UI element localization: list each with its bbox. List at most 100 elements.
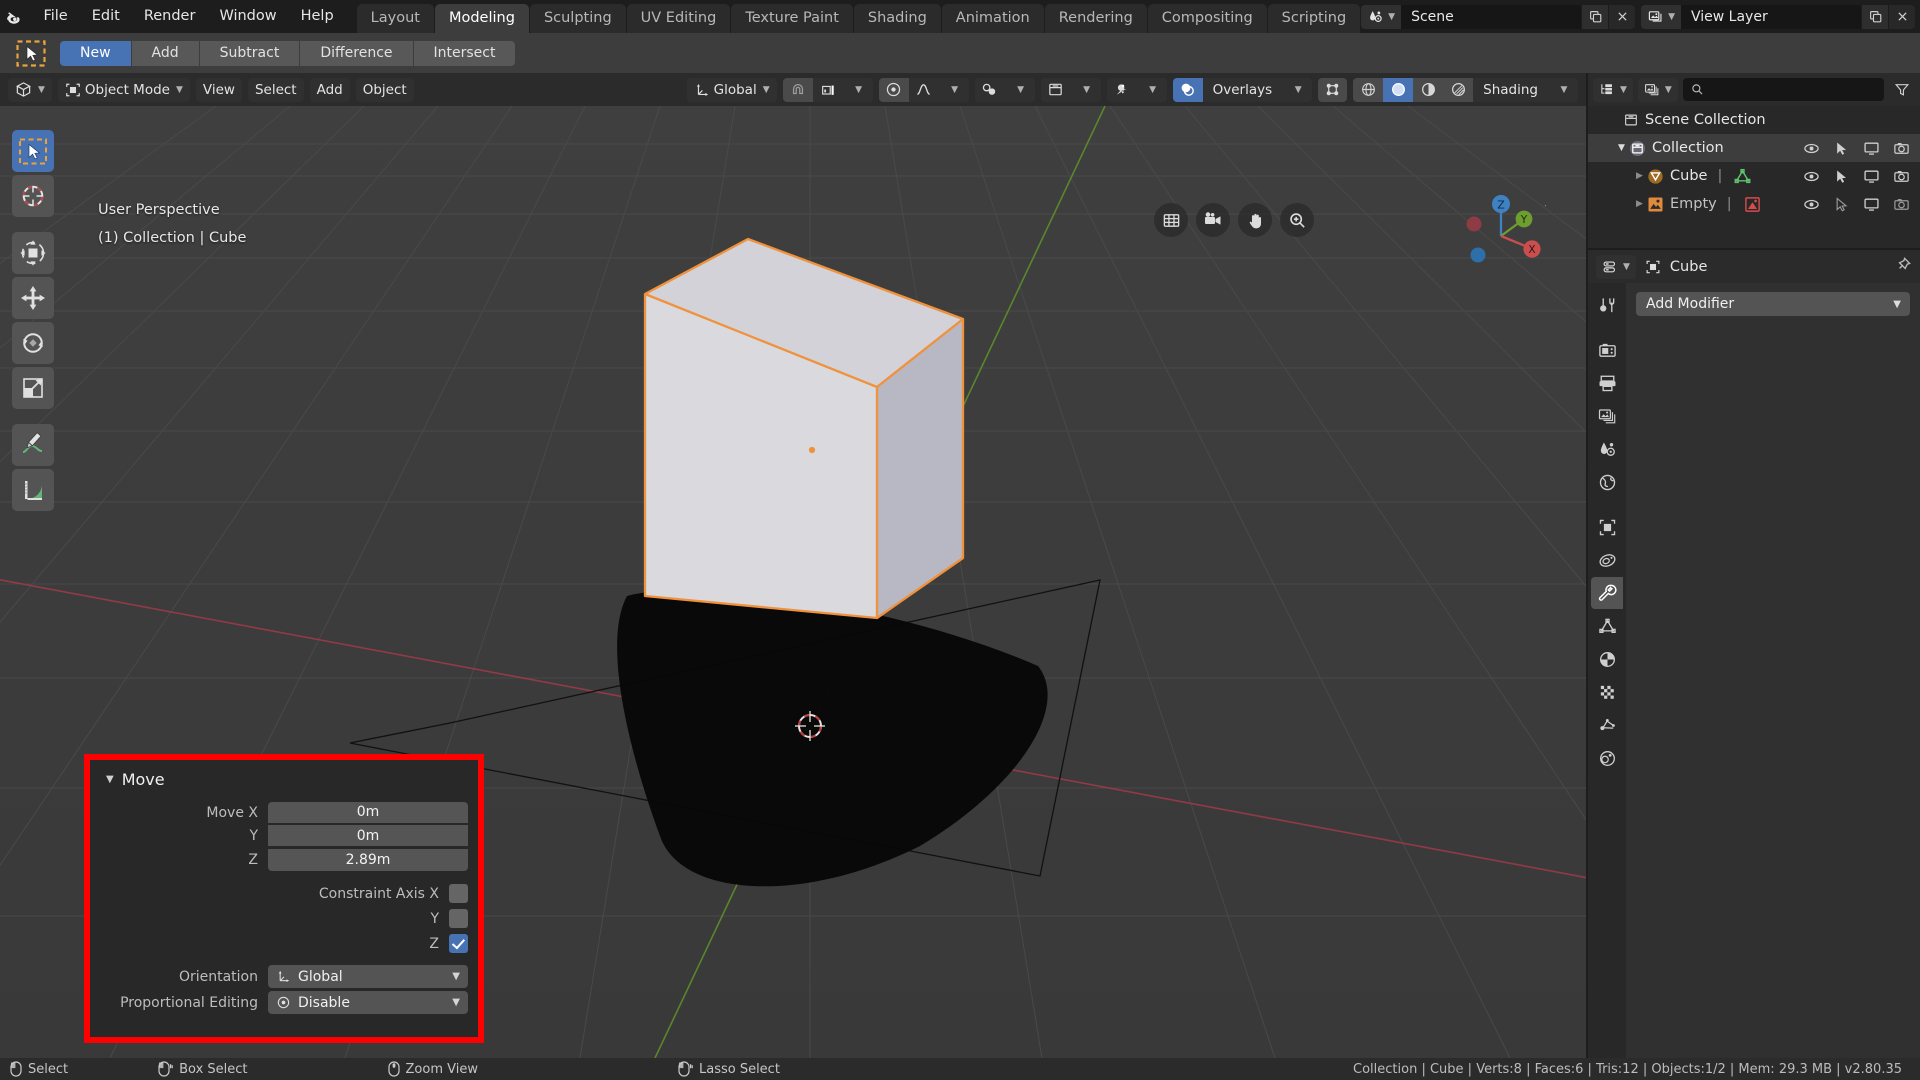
tab-sculpting[interactable]: Sculpting	[529, 3, 626, 33]
properties-editor[interactable]: ▼ Cube Add Modifier ▼	[1588, 250, 1920, 1058]
eye-icon[interactable]	[1796, 196, 1826, 213]
move-tool[interactable]	[12, 277, 54, 319]
cursor-select-icon[interactable]	[1826, 168, 1856, 185]
outliner-row-collection[interactable]: ▼ Collection	[1588, 134, 1920, 162]
add-modifier-button[interactable]: Add Modifier ▼	[1636, 292, 1910, 316]
constraint-axis-x-checkbox[interactable]	[449, 884, 468, 903]
viewport-menu-select[interactable]: Select	[247, 77, 304, 102]
monitor-icon[interactable]	[1856, 196, 1886, 213]
close-icon[interactable]	[1888, 4, 1915, 29]
outliner-row-empty[interactable]: ▶ Empty |	[1588, 190, 1920, 218]
outliner-editor[interactable]: ▼ ▼ Scene Collection ▼ Collection ▶ Cube…	[1588, 73, 1920, 248]
scene-name[interactable]: Scene	[1401, 5, 1581, 29]
move-redo-panel[interactable]: ▼ Move Move X 0m Y 0m Z 2.89m Constraint…	[84, 754, 484, 1043]
viewport-menu-view[interactable]: View	[195, 77, 242, 102]
new-scene-icon[interactable]	[1581, 4, 1609, 29]
output-tab[interactable]	[1591, 367, 1623, 399]
gizmo-chevron-down-icon[interactable]: ▼	[1136, 77, 1167, 102]
disclosure-triangle-down-icon[interactable]: ▼	[1614, 143, 1629, 153]
triangle-down-icon[interactable]: ▼	[106, 774, 114, 785]
outliner-row-scene-collection[interactable]: Scene Collection	[1588, 106, 1920, 134]
monitor-icon[interactable]	[1856, 168, 1886, 185]
properties-editor-icon[interactable]: ▼	[1596, 254, 1636, 279]
move-y-input[interactable]: 0m	[268, 825, 468, 848]
solid-shading[interactable]	[1383, 77, 1414, 102]
scale-tool[interactable]	[12, 367, 54, 409]
viewport-menu-add[interactable]: Add	[309, 77, 350, 102]
eye-icon[interactable]	[1796, 168, 1826, 185]
object-data-tab[interactable]	[1591, 709, 1623, 741]
disclosure-triangle-right-icon[interactable]: ▶	[1632, 171, 1647, 181]
menu-window[interactable]: Window	[208, 6, 287, 28]
tab-modeling[interactable]: Modeling	[434, 3, 529, 33]
pan-view-icon[interactable]	[1238, 203, 1272, 237]
empty-image-data-icon[interactable]	[1732, 196, 1761, 213]
camera-icon[interactable]	[1886, 196, 1916, 213]
rotate-tool[interactable]	[12, 322, 54, 364]
boolean-mode-difference[interactable]: Difference	[300, 40, 414, 66]
copy-icon[interactable]	[1861, 4, 1888, 29]
gizmo-icon[interactable]	[1106, 77, 1137, 102]
constraint-axis-z-checkbox[interactable]	[449, 934, 468, 953]
view-layer-tab[interactable]	[1591, 400, 1623, 432]
menu-file[interactable]: File	[32, 6, 78, 28]
camera-icon[interactable]	[1886, 168, 1916, 185]
material-tab[interactable]	[1591, 742, 1623, 774]
filter-id-icon[interactable]: ▼	[1637, 77, 1678, 102]
view-layer-selector[interactable]: ▼ View Layer	[1641, 4, 1915, 29]
modifiers-physics-tab[interactable]	[1591, 544, 1623, 576]
shading-label[interactable]: Shading	[1473, 77, 1548, 102]
wireframe-shading[interactable]	[1353, 77, 1384, 102]
shading-chevron-down-icon[interactable]: ▼	[1548, 77, 1578, 102]
object-tab[interactable]	[1591, 511, 1623, 543]
camera-view-icon[interactable]	[1196, 203, 1230, 237]
overlays-icon[interactable]	[1172, 77, 1203, 102]
annotate-tool[interactable]	[12, 424, 54, 466]
tab-layout[interactable]: Layout	[356, 3, 434, 33]
disclosure-triangle-right-icon[interactable]: ▶	[1632, 199, 1647, 209]
tab-uv-editing[interactable]: UV Editing	[626, 3, 731, 33]
toggle-orthographic-icon[interactable]	[1154, 203, 1188, 237]
scene-icon[interactable]: ▼	[1361, 4, 1402, 29]
tab-compositing[interactable]: Compositing	[1147, 3, 1267, 33]
magnet-icon[interactable]	[782, 77, 813, 102]
snap-increment-icon[interactable]	[812, 77, 843, 102]
boolean-mode-subtract[interactable]: Subtract	[199, 40, 301, 66]
menu-render[interactable]: Render	[133, 6, 207, 28]
modifier-properties-tab[interactable]	[1591, 577, 1623, 609]
mesh-data-icon[interactable]	[1722, 168, 1751, 185]
outliner-display-mode-icon[interactable]: ▼	[1593, 77, 1633, 102]
move-z-input[interactable]: 2.89m	[268, 848, 468, 871]
scene-selector[interactable]: ▼ Scene	[1361, 4, 1636, 29]
pin-icon[interactable]	[1894, 256, 1912, 278]
physics-tab[interactable]	[1591, 643, 1623, 675]
visibility-chevron-down-icon[interactable]: ▼	[1070, 77, 1101, 102]
object-constraints-tab[interactable]	[1591, 676, 1623, 708]
orientation-dropdown[interactable]: Global ▼	[268, 965, 468, 988]
xray-icon[interactable]	[1318, 77, 1348, 102]
menu-edit[interactable]: Edit	[81, 6, 131, 28]
funnel-filter-icon[interactable]	[1889, 78, 1915, 102]
boolean-mode-intersect[interactable]: Intersect	[413, 40, 516, 66]
view-layer-icon[interactable]: ▼	[1641, 4, 1681, 29]
outliner-row-cube[interactable]: ▶ Cube |	[1588, 162, 1920, 190]
measure-tool[interactable]	[12, 469, 54, 511]
constraint-axis-y-checkbox[interactable]	[449, 909, 468, 928]
cursor-select-icon[interactable]	[1826, 140, 1856, 157]
rendered-shading[interactable]	[1443, 77, 1474, 102]
mirror-chevron-down-icon[interactable]: ▼	[1004, 77, 1035, 102]
close-icon[interactable]	[1608, 4, 1636, 29]
scene-tab[interactable]	[1591, 433, 1623, 465]
boolean-mode-add[interactable]: Add	[131, 40, 200, 66]
editor-type-3dview-icon[interactable]: ▼	[8, 77, 52, 102]
blender-logo-icon[interactable]	[0, 0, 30, 33]
eye-icon[interactable]	[1796, 140, 1826, 157]
menu-help[interactable]: Help	[290, 6, 345, 28]
mirror-icon[interactable]	[974, 77, 1005, 102]
material-preview-shading[interactable]	[1413, 77, 1444, 102]
boolean-mode-new[interactable]: New	[60, 40, 132, 66]
move-panel-title[interactable]: ▼ Move	[100, 767, 468, 801]
transform-orientation-selector[interactable]: Global ▼	[686, 77, 777, 102]
render-tab[interactable]	[1591, 334, 1623, 366]
overlays-label[interactable]: Overlays	[1202, 77, 1283, 102]
